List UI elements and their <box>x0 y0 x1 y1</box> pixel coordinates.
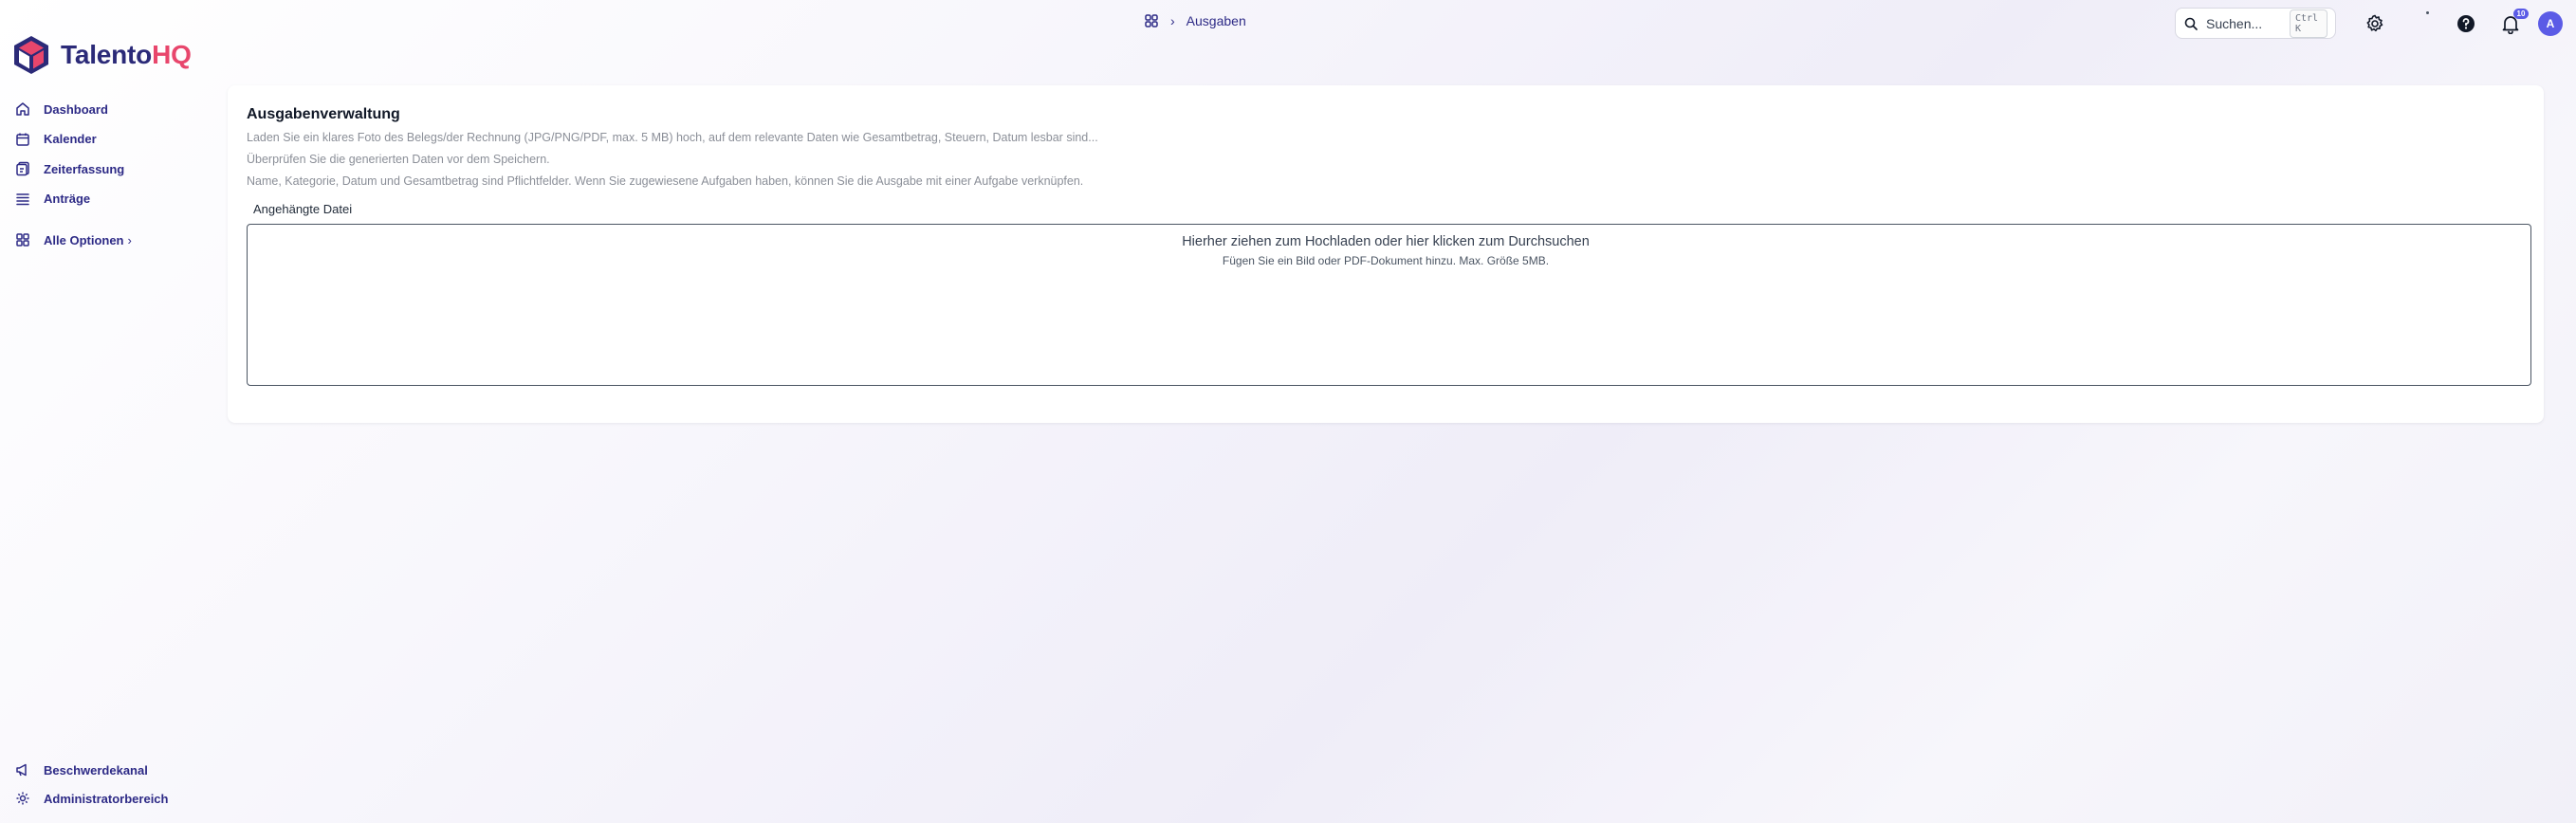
cube-logo-icon <box>14 36 48 74</box>
chevron-right-icon: › <box>1170 13 1175 28</box>
apps-grid-icon[interactable] <box>1144 13 1159 28</box>
sidebar-bottom: Beschwerdekanal Administratorbereich <box>0 756 218 813</box>
question-circle-icon <box>2457 15 2475 32</box>
settings-button[interactable] <box>2364 13 2385 34</box>
sidebar-item-kalender[interactable]: Kalender <box>0 125 218 154</box>
gear-icon <box>2366 14 2383 32</box>
search-box[interactable]: Ctrl K <box>2175 8 2336 39</box>
breadcrumb-current[interactable]: Ausgaben <box>1187 13 1246 28</box>
avatar[interactable]: A <box>2538 11 2563 36</box>
sidebar-item-alle-optionen[interactable]: Alle Optionen › <box>0 226 218 254</box>
notification-count-badge: 10 <box>2513 9 2529 19</box>
search-input[interactable] <box>2206 15 2282 31</box>
attached-file-label: Angehängte Datei <box>253 202 353 216</box>
sidebar-item-dashboard[interactable]: Dashboard <box>0 95 218 123</box>
brand-logo-link[interactable]: TalentoHQ <box>11 34 192 76</box>
sidebar-item-label: Alle Optionen <box>44 232 124 247</box>
instruction-text-3: Name, Kategorie, Datum und Gesamtbetrag … <box>247 174 1084 188</box>
brand-name: TalentoHQ <box>61 40 192 69</box>
list-icon <box>16 192 29 205</box>
sidebar-item-label: Kalender <box>44 132 97 146</box>
grid-icon <box>16 233 29 247</box>
sidebar-item-antraege[interactable]: Anträge <box>0 185 218 213</box>
instruction-text-1: Laden Sie ein klares Foto des Belegs/der… <box>247 131 1098 144</box>
sidebar: Dashboard Kalender Zeiterfassung Anträge… <box>0 95 218 256</box>
sidebar-item-administratorbereich[interactable]: Administratorbereich <box>0 784 218 813</box>
megaphone-icon <box>16 763 27 777</box>
sidebar-item-label: Dashboard <box>44 101 108 117</box>
breadcrumb: › Ausgaben <box>1144 13 1246 28</box>
search-icon <box>2184 17 2198 30</box>
calendar-icon <box>16 133 29 146</box>
help-button[interactable] <box>2456 14 2475 33</box>
dropzone-sub-text: Fügen Sie ein Bild oder PDF-Dokument hin… <box>1222 254 1550 267</box>
chevron-right-icon: › <box>127 232 132 247</box>
sidebar-item-label: Anträge <box>44 192 91 206</box>
sidebar-item-beschwerdekanal[interactable]: Beschwerdekanal <box>0 756 218 784</box>
sidebar-item-label: Beschwerdekanal <box>44 762 148 777</box>
page-title: Ausgabenverwaltung <box>247 106 400 122</box>
search-shortcut-badge: Ctrl K <box>2290 9 2328 38</box>
gear-icon <box>16 792 29 805</box>
status-dot <box>2424 9 2430 15</box>
sidebar-item-zeiterfassung[interactable]: Zeiterfassung <box>0 155 218 183</box>
sidebar-item-label: Zeiterfassung <box>44 161 125 176</box>
home-icon <box>16 102 29 116</box>
sidebar-item-label: Administratorbereich <box>44 791 169 806</box>
clipboard-clock-icon <box>16 161 29 176</box>
dropzone-main-text: Hierher ziehen zum Hochladen oder hier k… <box>1182 234 1590 249</box>
expense-card: Ausgabenverwaltung Laden Sie ein klares … <box>228 85 2544 423</box>
instruction-text-2: Überprüfen Sie die generierten Daten vor… <box>247 153 550 166</box>
